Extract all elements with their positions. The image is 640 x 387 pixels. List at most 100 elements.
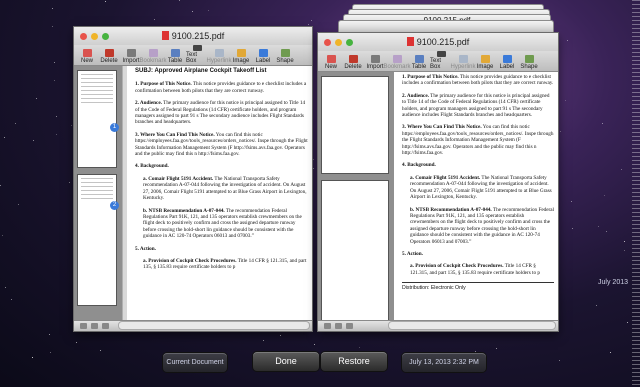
table-button[interactable]: Table bbox=[408, 51, 430, 71]
star bbox=[311, 19, 313, 21]
star bbox=[571, 227, 573, 229]
star bbox=[55, 115, 57, 117]
star bbox=[49, 333, 51, 335]
restore-snapshot-window[interactable]: 9100.215.pdf New Delete Import Bookmark … bbox=[318, 33, 558, 331]
star bbox=[105, 1, 107, 3]
star bbox=[610, 352, 612, 354]
document-page[interactable]: SUBJ: Approved Airplane Cockpit Takeoff … bbox=[127, 66, 312, 321]
window-titlebar[interactable]: 9100.215.pdf bbox=[74, 27, 312, 45]
table-button[interactable]: Table bbox=[164, 45, 186, 65]
new-document-icon bbox=[82, 49, 92, 57]
star bbox=[10, 298, 12, 300]
bookmark-button[interactable]: Bookmark bbox=[384, 51, 411, 71]
star bbox=[624, 250, 625, 252]
thumbnail-text-line bbox=[81, 78, 113, 79]
paragraph: a. Provision of Cockpit Check Procedures… bbox=[143, 257, 307, 271]
star bbox=[570, 200, 572, 202]
thumbnail-text-line bbox=[81, 186, 113, 187]
shape-button[interactable]: Shape bbox=[274, 45, 296, 65]
timeline-date-label: July 2013 bbox=[598, 279, 628, 286]
window-titlebar[interactable]: 9100.215.pdf bbox=[318, 33, 558, 51]
paragraph: a. Comair Flight 5191 Accident. The Nati… bbox=[410, 174, 552, 201]
page-thumbnail[interactable] bbox=[321, 76, 389, 174]
new-button[interactable]: New bbox=[320, 51, 342, 71]
zoom-icon[interactable] bbox=[102, 323, 109, 329]
zoom-icon[interactable] bbox=[346, 323, 353, 329]
image-icon bbox=[236, 49, 246, 57]
star bbox=[0, 185, 2, 187]
paragraph: 5. Action. bbox=[135, 245, 156, 252]
star bbox=[75, 341, 77, 343]
star bbox=[558, 360, 560, 362]
image-button[interactable]: Image bbox=[230, 45, 252, 65]
shape-icon bbox=[524, 55, 534, 63]
label-button[interactable]: Label bbox=[252, 45, 274, 65]
window-title: 9100.215.pdf bbox=[74, 31, 312, 41]
thumbnail-text-line bbox=[81, 98, 113, 99]
import-icon bbox=[126, 49, 136, 57]
page-number-badge: 1 bbox=[110, 123, 119, 132]
new-button[interactable]: New bbox=[76, 45, 98, 65]
star bbox=[15, 122, 17, 124]
note-icon[interactable] bbox=[335, 323, 342, 329]
thumbnail-text-line bbox=[81, 198, 113, 199]
toolbar: New Delete Import Bookmark Table Text Bo… bbox=[74, 45, 312, 66]
hyperlink-button[interactable]: Hyperlink bbox=[207, 45, 232, 65]
label-button[interactable]: Label bbox=[496, 51, 518, 71]
label-icon bbox=[258, 49, 268, 57]
stacked-window-tab[interactable] bbox=[338, 20, 554, 33]
delete-button[interactable]: Delete bbox=[98, 45, 120, 65]
current-document-window[interactable]: 9100.215.pdf New Delete Import Bookmark … bbox=[74, 27, 312, 331]
page-number-badge: 2 bbox=[110, 201, 119, 210]
page-thumbnail[interactable] bbox=[77, 70, 117, 168]
text-box-button[interactable]: Text Box bbox=[186, 45, 208, 65]
paragraph: 3. Where You Can Find This Notice. You c… bbox=[135, 131, 308, 158]
current-document-button[interactable]: Current Document bbox=[163, 353, 227, 372]
pencil-icon[interactable] bbox=[80, 323, 87, 329]
new-document-icon bbox=[326, 55, 336, 63]
note-icon[interactable] bbox=[91, 323, 98, 329]
horizontal-scrollbar[interactable] bbox=[118, 321, 310, 330]
text-box-button[interactable]: Text Box bbox=[430, 51, 452, 71]
star bbox=[620, 169, 622, 171]
star bbox=[56, 134, 58, 135]
paragraph: 4. Background. bbox=[135, 163, 169, 170]
star bbox=[595, 304, 597, 306]
star bbox=[567, 39, 569, 41]
star bbox=[208, 10, 210, 12]
star bbox=[70, 124, 72, 126]
timeline-scrubber[interactable] bbox=[632, 0, 640, 387]
paragraph: 3. Where You Can Find This Notice. You c… bbox=[402, 124, 554, 157]
star bbox=[100, 349, 102, 351]
text-box-icon bbox=[192, 45, 202, 51]
text-box-icon bbox=[436, 51, 446, 57]
document-page[interactable]: 1. Purpose of This Notice. This notice p… bbox=[394, 72, 558, 321]
star bbox=[68, 181, 70, 183]
bookmark-button[interactable]: Bookmark bbox=[140, 45, 167, 65]
page-thumbnails-sidebar[interactable] bbox=[318, 72, 394, 331]
paragraph: 2. Audience. The primary audience for th… bbox=[135, 100, 306, 126]
restore-button[interactable]: Restore bbox=[321, 352, 387, 371]
bookmark-icon bbox=[392, 55, 402, 63]
star bbox=[153, 19, 155, 21]
done-button[interactable]: Done bbox=[253, 352, 319, 371]
star bbox=[2, 235, 4, 237]
delete-button[interactable]: Delete bbox=[342, 51, 364, 71]
page-thumbnail[interactable] bbox=[77, 174, 117, 306]
snapshot-date-button[interactable]: July 13, 2013 2:32 PM bbox=[402, 353, 486, 372]
shape-button[interactable]: Shape bbox=[518, 51, 540, 71]
star bbox=[564, 100, 566, 102]
table-icon bbox=[170, 49, 180, 57]
table-icon bbox=[414, 55, 424, 63]
thumbnail-text-line bbox=[81, 102, 113, 103]
pencil-icon[interactable] bbox=[324, 323, 331, 329]
image-button[interactable]: Image bbox=[474, 51, 496, 71]
horizontal-scrollbar[interactable] bbox=[388, 321, 556, 330]
star bbox=[313, 168, 315, 170]
paragraph: b. NTSB Recommendation A-07-044. The rec… bbox=[410, 206, 554, 245]
star bbox=[314, 344, 316, 346]
hyperlink-button[interactable]: Hyperlink bbox=[451, 51, 476, 71]
pdf-document-icon bbox=[406, 37, 414, 46]
page-thumbnail[interactable] bbox=[321, 180, 389, 331]
page-thumbnails-sidebar[interactable]: 1 2 bbox=[74, 66, 122, 321]
